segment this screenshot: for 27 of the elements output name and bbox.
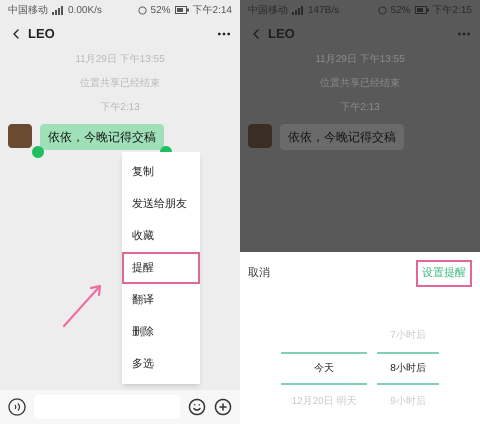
menu-item[interactable]: 收藏 xyxy=(122,220,200,252)
battery-icon xyxy=(174,6,189,14)
cancel-button[interactable]: 取消 xyxy=(248,265,270,282)
emoji-icon[interactable] xyxy=(188,398,206,416)
message-bubble[interactable]: 依依，今晚记得交稿 xyxy=(40,124,164,150)
selection-handle[interactable] xyxy=(32,146,44,158)
menu-item[interactable]: 复制 xyxy=(122,156,200,188)
menu-item[interactable]: 多选 xyxy=(122,348,200,380)
battery-icon xyxy=(414,6,429,14)
signal-icon xyxy=(292,6,304,14)
menu-item[interactable]: 发送给朋友 xyxy=(122,188,200,220)
menu-item[interactable]: 删除 xyxy=(122,316,200,348)
picker-option[interactable]: 今天 xyxy=(314,360,334,376)
clock-time: 下午2:14 xyxy=(192,4,232,18)
avatar[interactable] xyxy=(8,124,32,148)
pointer-arrow xyxy=(62,282,104,328)
voice-icon[interactable] xyxy=(8,398,26,416)
battery-percent: 52% xyxy=(150,4,171,18)
chat-title: LEO xyxy=(268,25,295,44)
network-speed: 0.00K/s xyxy=(68,4,102,18)
chat-title: LEO xyxy=(28,25,55,44)
signal-icon xyxy=(52,6,64,14)
menu-item[interactable]: 提醒 xyxy=(122,252,200,284)
picker-option[interactable]: 8小时后 xyxy=(390,360,426,376)
add-icon[interactable] xyxy=(214,398,232,416)
carrier-label: 中国移动 xyxy=(8,4,48,18)
menu-item[interactable]: 翻译 xyxy=(122,284,200,316)
